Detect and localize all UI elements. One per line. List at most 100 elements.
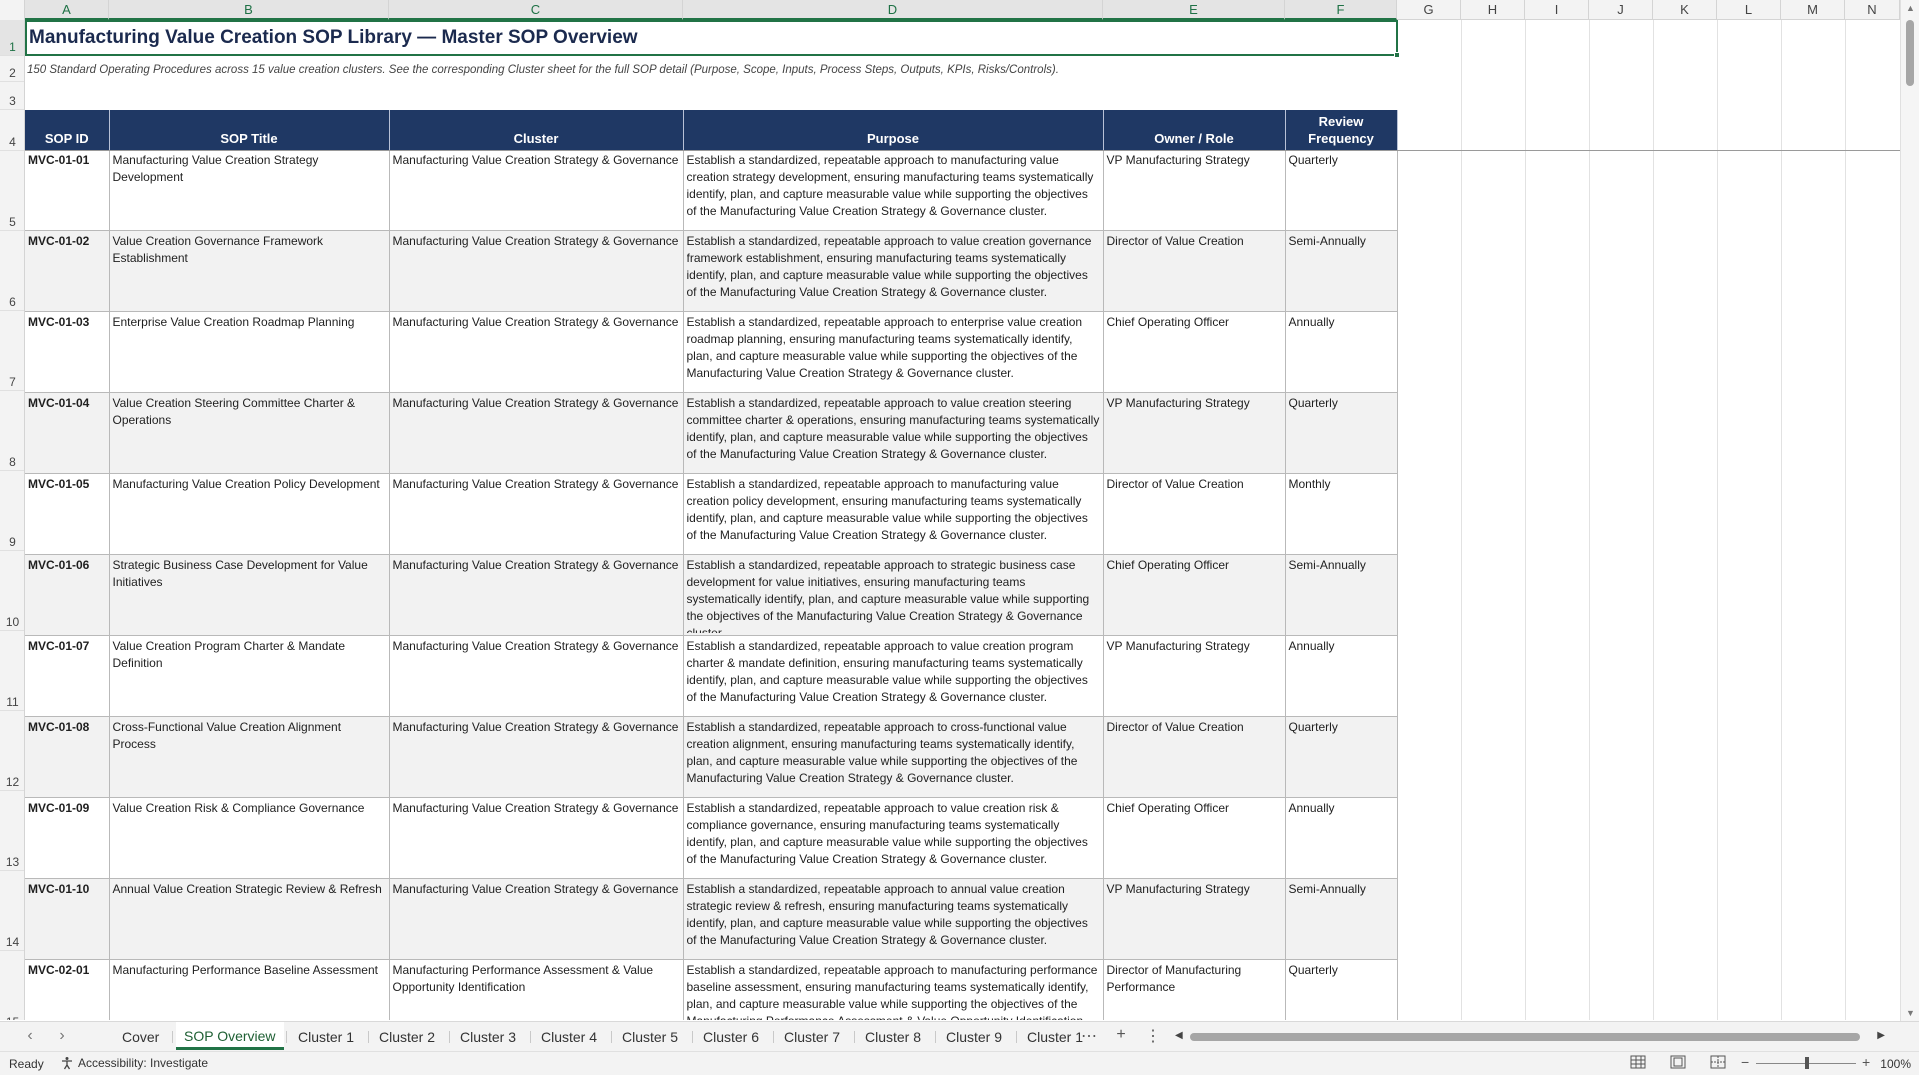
sop-title-cell[interactable]: Manufacturing Value Creation Policy Deve… — [109, 473, 390, 555]
zoom-in-icon[interactable]: + — [1862, 1054, 1870, 1070]
sheet-tab-cluster-7[interactable]: Cluster 7 — [776, 1022, 848, 1052]
purpose-cell[interactable]: Establish a standardized, repeatable app… — [683, 959, 1104, 1020]
fill-handle[interactable] — [1394, 52, 1400, 58]
owner-cell[interactable]: Director of Value Creation — [1103, 473, 1286, 555]
purpose-cell[interactable]: Establish a standardized, repeatable app… — [683, 150, 1104, 231]
sop-title-cell[interactable]: Value Creation Steering Committee Charte… — [109, 392, 390, 474]
cluster-cell[interactable]: Manufacturing Value Creation Strategy & … — [389, 392, 684, 474]
column-header-l[interactable]: L — [1717, 0, 1781, 20]
frequency-cell[interactable]: Annually — [1285, 635, 1398, 717]
column-header-j[interactable]: J — [1589, 0, 1653, 20]
sheet-tab-cluster-5[interactable]: Cluster 5 — [614, 1022, 686, 1052]
scroll-right-arrow-icon[interactable]: ▶ — [1877, 1030, 1885, 1041]
row-header-5[interactable]: 5 — [0, 151, 24, 231]
purpose-cell[interactable]: Establish a standardized, repeatable app… — [683, 716, 1104, 798]
purpose-cell[interactable]: Establish a standardized, repeatable app… — [683, 878, 1104, 960]
horizontal-scrollbar[interactable]: ◀ ▶ — [1170, 1030, 1890, 1043]
column-header-k[interactable]: K — [1653, 0, 1717, 20]
column-header-h[interactable]: H — [1461, 0, 1525, 20]
owner-cell[interactable]: Chief Operating Officer — [1103, 311, 1286, 393]
sop-title-cell[interactable]: Annual Value Creation Strategic Review &… — [109, 878, 390, 960]
select-all-corner[interactable] — [0, 0, 25, 20]
sop-id-cell[interactable]: MVC-01-06 — [25, 554, 110, 636]
owner-cell[interactable]: VP Manufacturing Strategy — [1103, 635, 1286, 717]
sop-id-cell[interactable]: MVC-01-09 — [25, 797, 110, 879]
scroll-left-arrow-icon[interactable]: ◀ — [1175, 1030, 1183, 1041]
cluster-cell[interactable]: Manufacturing Value Creation Strategy & … — [389, 311, 684, 393]
sop-title-cell[interactable]: Enterprise Value Creation Roadmap Planni… — [109, 311, 390, 393]
frequency-cell[interactable]: Semi-Annually — [1285, 878, 1398, 960]
column-header-f[interactable]: F — [1285, 0, 1397, 20]
sop-title-cell[interactable]: Value Creation Risk & Compliance Governa… — [109, 797, 390, 879]
purpose-cell[interactable]: Establish a standardized, repeatable app… — [683, 230, 1104, 312]
purpose-cell[interactable]: Establish a standardized, repeatable app… — [683, 554, 1104, 636]
purpose-cell[interactable]: Establish a standardized, repeatable app… — [683, 797, 1104, 879]
owner-cell[interactable]: Director of Value Creation — [1103, 716, 1286, 798]
sop-title-cell[interactable]: Cross-Functional Value Creation Alignmen… — [109, 716, 390, 798]
column-header-d[interactable]: D — [683, 0, 1103, 20]
cell-grid[interactable]: Manufacturing Value Creation SOP Library… — [25, 20, 1900, 1020]
column-header-g[interactable]: G — [1397, 0, 1461, 20]
row-header-6[interactable]: 6 — [0, 231, 24, 311]
sop-id-cell[interactable]: MVC-01-01 — [25, 150, 110, 231]
sheet-tab-cluster-3[interactable]: Cluster 3 — [452, 1022, 524, 1052]
purpose-cell[interactable]: Establish a standardized, repeatable app… — [683, 473, 1104, 555]
row-header-15[interactable]: 15 — [0, 951, 24, 1020]
column-header-a[interactable]: A — [25, 0, 109, 20]
cluster-cell[interactable]: Manufacturing Value Creation Strategy & … — [389, 716, 684, 798]
vertical-scroll-thumb[interactable] — [1906, 20, 1914, 86]
sheet-tab-sop-overview[interactable]: SOP Overview — [176, 1022, 284, 1050]
sop-title-cell[interactable]: Manufacturing Value Creation Strategy De… — [109, 150, 390, 231]
sheet-tab-cover[interactable]: Cover — [114, 1022, 167, 1052]
purpose-cell[interactable]: Establish a standardized, repeatable app… — [683, 311, 1104, 393]
cluster-cell[interactable]: Manufacturing Value Creation Strategy & … — [389, 554, 684, 636]
row-header-7[interactable]: 7 — [0, 311, 24, 391]
frequency-cell[interactable]: Quarterly — [1285, 716, 1398, 798]
sop-id-cell[interactable]: MVC-01-10 — [25, 878, 110, 960]
cluster-cell[interactable]: Manufacturing Value Creation Strategy & … — [389, 797, 684, 879]
sheet-tab-cluster-4[interactable]: Cluster 4 — [533, 1022, 605, 1052]
row-header-14[interactable]: 14 — [0, 871, 24, 951]
sop-id-cell[interactable]: MVC-01-04 — [25, 392, 110, 474]
owner-cell[interactable]: Chief Operating Officer — [1103, 554, 1286, 636]
sheet-tab-cluster-10-truncated[interactable]: Cluster 1 — [1019, 1022, 1083, 1052]
sop-id-cell[interactable]: MVC-01-07 — [25, 635, 110, 717]
cluster-cell[interactable]: Manufacturing Value Creation Strategy & … — [389, 635, 684, 717]
column-header-e[interactable]: E — [1103, 0, 1285, 20]
owner-cell[interactable]: VP Manufacturing Strategy — [1103, 150, 1286, 231]
cluster-cell[interactable]: Manufacturing Value Creation Strategy & … — [389, 230, 684, 312]
sop-id-cell[interactable]: MVC-02-01 — [25, 959, 110, 1020]
sheet-tab-cluster-6[interactable]: Cluster 6 — [695, 1022, 767, 1052]
sop-id-cell[interactable]: MVC-01-08 — [25, 716, 110, 798]
frequency-cell[interactable]: Quarterly — [1285, 392, 1398, 474]
more-sheets-icon[interactable]: ⋯ — [1079, 1026, 1099, 1046]
row-header-3[interactable]: 3 — [0, 82, 24, 110]
row-header-4[interactable]: 4 — [0, 110, 24, 151]
sop-id-cell[interactable]: MVC-01-02 — [25, 230, 110, 312]
cluster-cell[interactable]: Manufacturing Value Creation Strategy & … — [389, 473, 684, 555]
frequency-cell[interactable]: Semi-Annually — [1285, 230, 1398, 312]
column-header-i[interactable]: I — [1525, 0, 1589, 20]
owner-cell[interactable]: VP Manufacturing Strategy — [1103, 878, 1286, 960]
owner-cell[interactable]: Director of Value Creation — [1103, 230, 1286, 312]
column-header-b[interactable]: B — [109, 0, 389, 20]
sheet-options-icon[interactable]: ⋮ — [1143, 1026, 1163, 1046]
frequency-cell[interactable]: Semi-Annually — [1285, 554, 1398, 636]
sop-title-cell[interactable]: Value Creation Program Charter & Mandate… — [109, 635, 390, 717]
sheet-tab-cluster-1[interactable]: Cluster 1 — [290, 1022, 362, 1052]
column-header-c[interactable]: C — [389, 0, 683, 20]
prev-sheet-icon[interactable]: ‹ — [22, 1028, 38, 1046]
owner-cell[interactable]: Director of Manufacturing Performance — [1103, 959, 1286, 1020]
scroll-down-arrow-icon[interactable]: ▼ — [1901, 1005, 1919, 1021]
sheet-tab-cluster-9[interactable]: Cluster 9 — [938, 1022, 1010, 1052]
normal-view-icon[interactable] — [1630, 1055, 1648, 1071]
vertical-scrollbar[interactable]: ▲ ▼ — [1900, 0, 1919, 1021]
header-sop-id[interactable]: SOP ID — [25, 110, 110, 150]
zoom-percentage[interactable]: 100% — [1880, 1057, 1911, 1071]
row-header-9[interactable]: 9 — [0, 471, 24, 551]
next-sheet-icon[interactable]: › — [54, 1028, 70, 1046]
row-header-11[interactable]: 11 — [0, 631, 24, 711]
column-header-n[interactable]: N — [1845, 0, 1900, 20]
frequency-cell[interactable]: Annually — [1285, 311, 1398, 393]
column-header-m[interactable]: M — [1781, 0, 1845, 20]
